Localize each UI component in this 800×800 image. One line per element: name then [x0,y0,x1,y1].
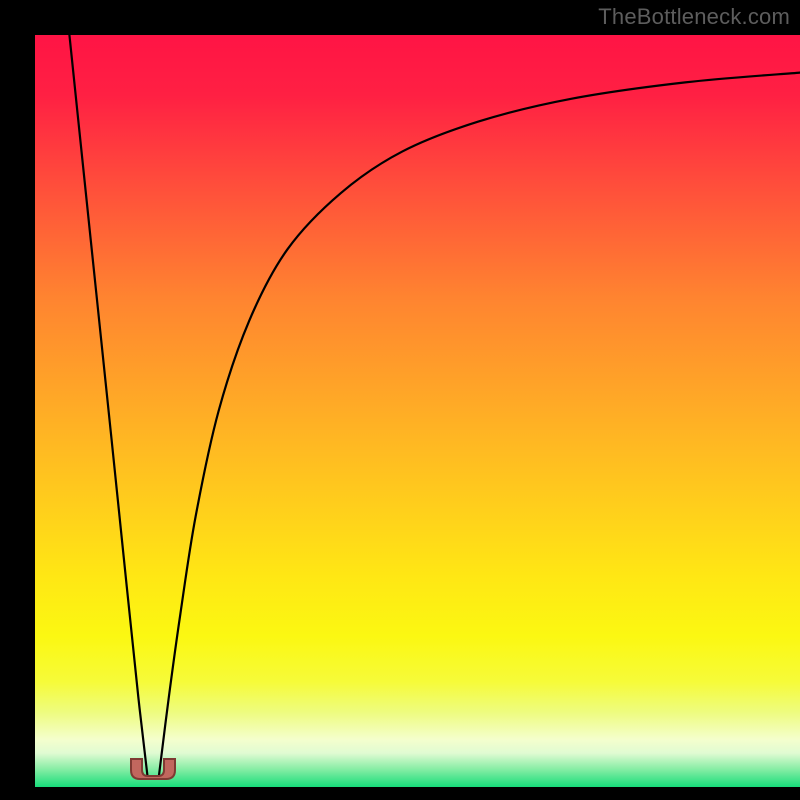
chart-frame: TheBottleneck.com [0,0,800,800]
plot-area [35,35,800,787]
gradient-background [35,35,800,787]
plot-svg [35,35,800,787]
watermark-text: TheBottleneck.com [598,4,790,30]
